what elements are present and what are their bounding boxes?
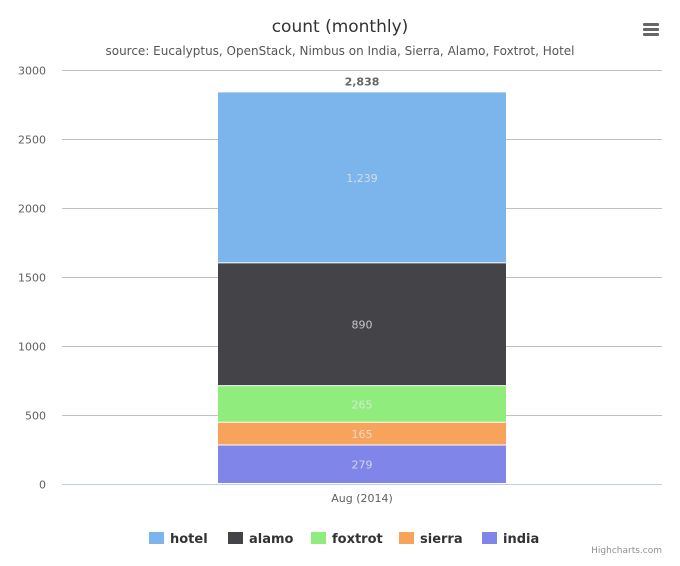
legend-item-india[interactable]: india xyxy=(482,532,539,547)
legend-label: foxtrot xyxy=(332,532,383,547)
x-axis: Aug (2014) xyxy=(331,492,393,505)
legend-swatch xyxy=(399,532,414,544)
legend-item-hotel[interactable]: hotel xyxy=(149,532,208,547)
legend-swatch xyxy=(311,532,326,544)
data-label-hotel: 1,239 xyxy=(346,172,378,185)
y-tick-label: 1000 xyxy=(18,341,46,354)
chart-subtitle: source: Eucalyptus, OpenStack, Nimbus on… xyxy=(105,44,574,58)
y-tick-label: 500 xyxy=(25,410,46,423)
y-tick-label: 1500 xyxy=(18,272,46,285)
chart-title: count (monthly) xyxy=(272,17,409,37)
bar-stack: 279 165 265 890 1,239 2,838 xyxy=(218,75,506,483)
y-tick-label: 2500 xyxy=(18,134,46,147)
data-label-sierra: 165 xyxy=(352,428,373,441)
legend-label: india xyxy=(503,532,539,547)
data-label-foxtrot: 265 xyxy=(352,398,373,411)
legend-label: sierra xyxy=(420,532,463,547)
legend: hotel alamo foxtrot sierra india xyxy=(149,532,539,547)
y-tick-label: 3000 xyxy=(18,65,46,78)
legend-swatch xyxy=(228,532,243,544)
y-tick-label: 2000 xyxy=(18,203,46,216)
legend-label: hotel xyxy=(170,532,208,547)
credits-link[interactable]: Highcharts.com xyxy=(591,546,662,556)
legend-item-sierra[interactable]: sierra xyxy=(399,532,463,547)
y-axis: 0 500 1000 1500 2000 2500 3000 xyxy=(18,65,46,492)
x-tick-label: Aug (2014) xyxy=(331,492,393,505)
stack-total-label: 2,838 xyxy=(345,75,380,88)
legend-item-alamo[interactable]: alamo xyxy=(228,532,294,547)
chart-menu-button[interactable] xyxy=(636,16,664,42)
legend-swatch xyxy=(149,532,164,544)
y-tick-label: 0 xyxy=(39,479,46,492)
legend-label: alamo xyxy=(249,532,294,547)
legend-swatch xyxy=(482,532,497,544)
legend-item-foxtrot[interactable]: foxtrot xyxy=(311,532,383,547)
hamburger-menu-icon[interactable] xyxy=(643,23,659,36)
chart-svg: count (monthly) source: Eucalyptus, Open… xyxy=(18,16,664,556)
data-label-alamo: 890 xyxy=(352,319,373,332)
data-label-india: 279 xyxy=(352,459,373,472)
